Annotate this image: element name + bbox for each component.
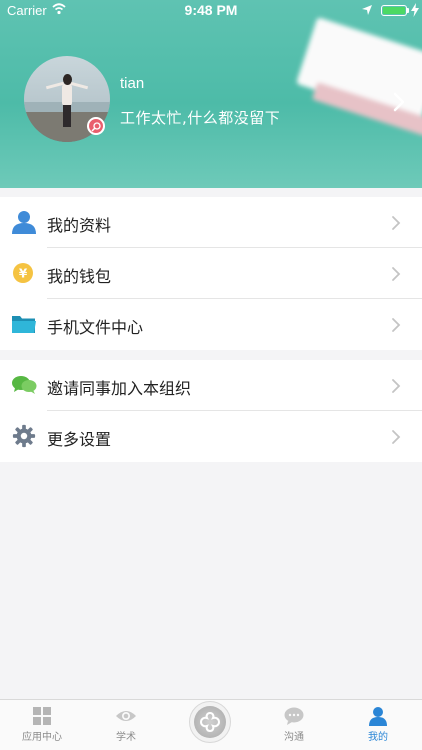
tab-communication[interactable]: 沟通 [252, 700, 336, 750]
folder-icon [12, 316, 36, 333]
chevron-right-icon [392, 267, 401, 281]
menu-item-file-center[interactable]: 手机文件中心 [0, 299, 422, 350]
eye-icon [116, 711, 136, 721]
menu-item-label: 更多设置 [47, 430, 112, 449]
menu-group-account: 我的资料 ¥ 我的钱包 手机文件中心 [0, 197, 422, 350]
svg-text:¥: ¥ [19, 267, 28, 281]
tab-label: 我的 [368, 732, 388, 743]
menu-group-settings: 邀请同事加入本组织 更多设置 [0, 360, 422, 462]
battery-tip [407, 8, 409, 13]
tab-academic[interactable]: 学术 [84, 700, 168, 750]
center-action-icon [194, 706, 226, 738]
menu-item-invite-colleagues[interactable]: 邀请同事加入本组织 [0, 360, 422, 411]
user-profile-icon [12, 211, 36, 234]
user-signature: 工作太忙,什么都没留下 [120, 109, 281, 127]
tab-app-center[interactable]: 应用中心 [0, 700, 84, 750]
tab-label: 学术 [116, 732, 136, 743]
chevron-right-icon [392, 216, 401, 230]
background-book-decoration [290, 17, 422, 149]
gear-icon [12, 424, 36, 448]
center-action-button[interactable] [189, 701, 231, 743]
menu-item-label: 邀请同事加入本组织 [47, 379, 192, 398]
location-arrow-icon [362, 5, 372, 15]
yen-wallet-icon: ¥ [13, 263, 33, 283]
user-name: tian [120, 75, 145, 92]
avatar-edit-badge-icon[interactable] [87, 117, 105, 135]
chevron-right-icon [392, 379, 401, 393]
status-bar: Carrier 9:48 PM [0, 0, 422, 22]
person-icon [369, 707, 387, 726]
tab-label: 沟通 [284, 732, 304, 743]
menu-item-label: 我的资料 [47, 216, 112, 235]
menu-item-label: 手机文件中心 [47, 318, 144, 337]
charging-bolt-icon [411, 3, 419, 17]
chat-icon [284, 707, 304, 725]
battery-icon [381, 5, 407, 16]
chevron-right-icon[interactable] [392, 92, 406, 112]
menu-item-my-profile[interactable]: 我的资料 [0, 197, 422, 248]
status-time: 9:48 PM [184, 2, 238, 18]
grid-apps-icon [33, 707, 51, 725]
chevron-right-icon [392, 318, 401, 332]
chat-bubbles-icon [12, 376, 37, 394]
menu-item-my-wallet[interactable]: ¥ 我的钱包 [0, 248, 422, 299]
tab-mine[interactable]: 我的 [336, 700, 420, 750]
menu-item-more-settings[interactable]: 更多设置 [0, 411, 422, 462]
chevron-right-icon [392, 430, 401, 444]
profile-header[interactable]: Carrier 9:48 PM tian 工作太忙,什么都没留下 [0, 0, 422, 188]
tab-label: 应用中心 [22, 732, 62, 743]
menu-item-label: 我的钱包 [47, 267, 112, 286]
